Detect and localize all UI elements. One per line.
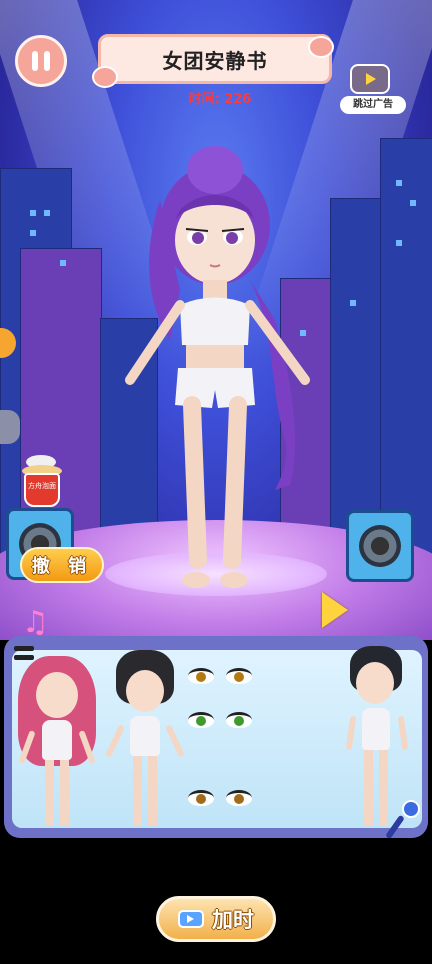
pause-icon bbox=[32, 51, 38, 71]
add-time-button[interactable]: 加时 bbox=[156, 896, 276, 942]
level-title: 女团安静书 bbox=[162, 48, 268, 73]
pause-button[interactable] bbox=[15, 35, 67, 87]
undo-label: 撤 销 bbox=[31, 556, 93, 577]
skip-ad-button[interactable]: 跳过广告 bbox=[340, 62, 406, 116]
noodle-label: 方舟泡面 bbox=[28, 482, 56, 490]
video-camera-icon bbox=[178, 910, 204, 928]
character-model bbox=[125, 146, 310, 588]
noodle-cup-icon[interactable]: 方舟泡面 bbox=[20, 455, 64, 507]
timer-text: 时间: 226 bbox=[188, 92, 252, 107]
microphone-icon bbox=[385, 800, 420, 840]
eyes-option-amber[interactable] bbox=[188, 668, 252, 684]
eyes-option-brown[interactable] bbox=[188, 790, 252, 806]
level-title-panel: 女团安静书 bbox=[98, 34, 332, 84]
paw-icon bbox=[308, 36, 334, 58]
hair-option-black-bun[interactable] bbox=[104, 650, 186, 830]
undo-button[interactable]: 撤 销 bbox=[20, 547, 104, 583]
add-time-label: 加时 bbox=[212, 908, 254, 932]
skip-ad-label: 跳过广告 bbox=[340, 96, 406, 114]
eyes-option-green[interactable] bbox=[188, 712, 252, 728]
music-note-icon: ♫ bbox=[22, 605, 49, 640]
next-arrow-icon[interactable] bbox=[322, 592, 348, 628]
hair-option-pink[interactable] bbox=[14, 650, 100, 830]
speaker-icon bbox=[346, 510, 414, 582]
side-badge[interactable] bbox=[0, 410, 20, 444]
tv-icon bbox=[350, 64, 390, 94]
paw-icon bbox=[92, 66, 118, 88]
